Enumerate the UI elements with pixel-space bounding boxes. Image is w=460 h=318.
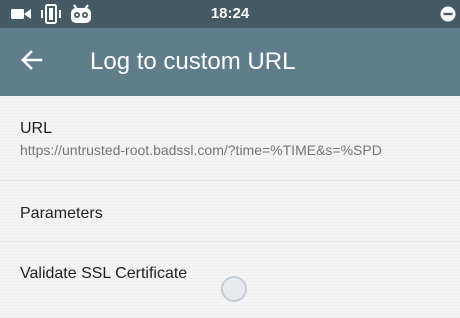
url-preference[interactable]: URL https://untrusted-root.badssl.com/?t…	[0, 96, 460, 181]
do-not-disturb-icon	[440, 0, 456, 28]
back-button[interactable]	[10, 40, 54, 84]
parameters-preference-title: Parameters	[20, 205, 103, 222]
validate-ssl-preference-title: Validate SSL Certificate	[20, 265, 188, 282]
arrow-back-icon	[20, 48, 44, 77]
app-toolbar: Log to custom URL	[0, 28, 460, 96]
url-preference-summary: https://untrusted-root.badssl.com/?time=…	[20, 142, 382, 158]
status-time: 18:24	[210, 5, 250, 22]
url-preference-title: URL	[20, 120, 53, 137]
page-title: Log to custom URL	[90, 48, 296, 75]
parameters-preference[interactable]: Parameters	[0, 181, 460, 242]
touch-indicator	[221, 276, 247, 302]
status-bar: 18:24	[0, 0, 460, 28]
